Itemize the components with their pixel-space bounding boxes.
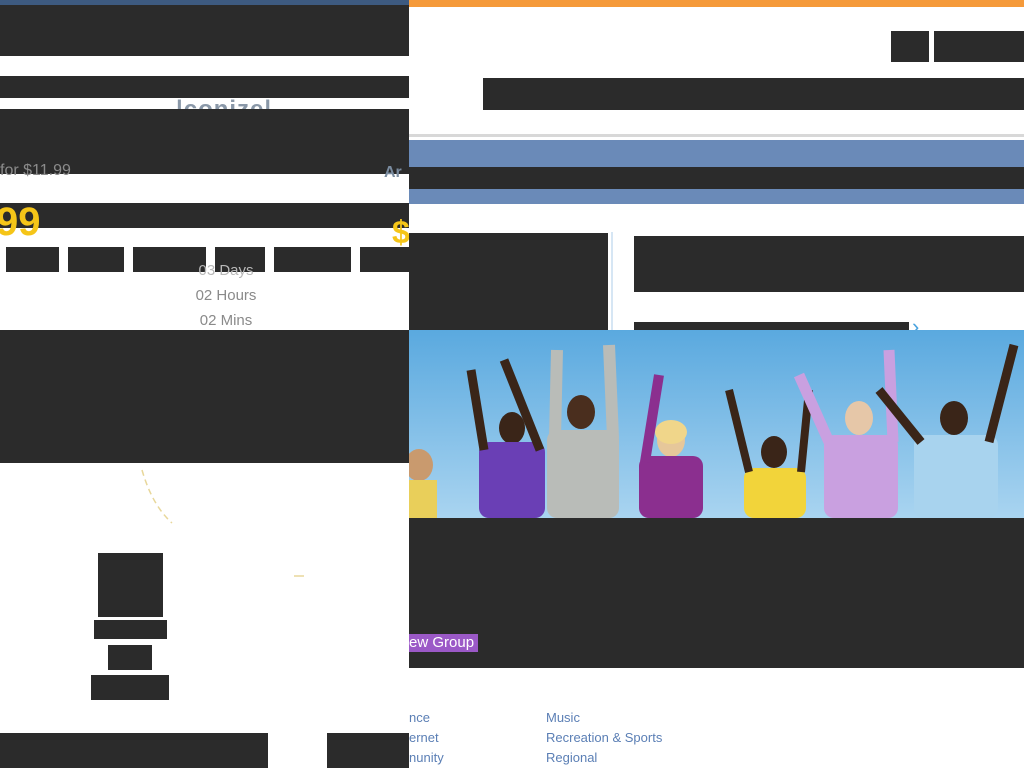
category-link-regional[interactable]: Regional [546,750,597,765]
promo-price-text: for $11.99 [0,162,71,179]
new-group-button[interactable]: ew Group [409,634,479,652]
promo-subheader-redacted [0,203,409,228]
column-divider [611,232,613,332]
tab-button-1[interactable] [6,247,59,272]
hero-photo-people-cheering [409,330,1024,518]
app-label-redacted [94,620,167,639]
tab-button-2[interactable] [68,247,124,272]
category-link-recreation-sports[interactable]: Recreation & Sports [546,730,662,745]
countdown-mins: 02 Mins [199,312,253,329]
content-text-redacted [634,322,909,330]
header-action-button[interactable] [934,31,1024,62]
nav-item-label[interactable]: Ar [384,164,414,184]
app-sublabel-redacted [108,645,152,670]
content-heading-redacted [634,236,1024,292]
nav-strip-redacted[interactable] [409,167,1024,189]
nav-bar-redacted [0,76,409,98]
hero-photo-illustration [409,330,1024,518]
big-price-digits: 99 [0,200,41,244]
content-card-left-redacted [409,233,608,330]
header-icon-button[interactable] [891,31,929,62]
app-button-redacted[interactable] [91,675,169,700]
header-block-redacted [0,5,409,56]
countdown-days: 03 Days [198,262,254,278]
footer-block-left-redacted [0,733,268,768]
category-link[interactable]: nce [409,710,430,725]
footer-block-mid-redacted [327,733,409,768]
countdown-hours: 02 Hours [195,287,257,304]
category-link[interactable]: nunity [409,750,444,765]
tab-button-6[interactable] [360,247,409,272]
app-icon-redacted[interactable] [98,553,163,617]
feature-section-redacted [0,330,409,463]
header-divider [409,134,1024,137]
category-link-music[interactable]: Music [546,710,580,725]
search-bar-redacted[interactable] [483,78,1024,110]
top-accent-bar-right [409,0,1024,7]
category-link[interactable]: ernet [409,730,439,745]
groups-section-redacted [409,518,1024,668]
